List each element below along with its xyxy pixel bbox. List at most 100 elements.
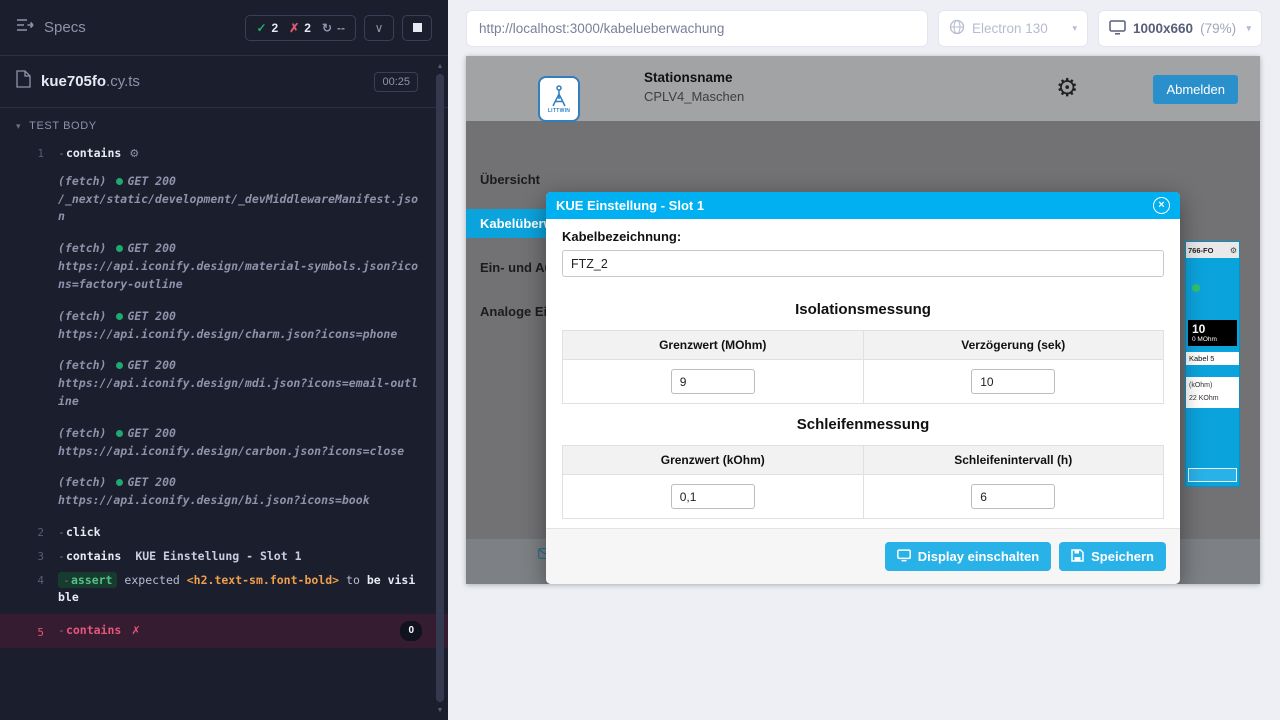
status-dot [116,245,123,252]
loop-col2-header: Schleifenintervall (h) [863,446,1164,475]
scroll-up-icon[interactable]: ▲ [434,60,446,72]
cross-icon: ✗ [289,21,299,35]
command-message: KUE Einstellung - Slot 1 [135,549,301,563]
passed-count: ✓2 [256,21,278,35]
aut-toolbar: Electron 130 ▾ 1000x660 (79%) ▾ [448,0,1280,56]
scrollbar-thumb[interactable] [436,74,444,702]
collapse-button[interactable]: ∨ [364,15,394,41]
scroll-down-icon[interactable]: ▼ [434,704,446,716]
command-log: 1 contains⚙ (fetch)GET 200/_next/static/… [0,138,448,648]
isolation-col1-header: Grenzwert (MOhm) [563,331,864,360]
table-row [563,475,1164,519]
app-header [466,56,1260,121]
display-on-button[interactable]: Display einschalten [885,542,1051,571]
spec-row[interactable]: kue705fo.cy.ts 00:25 [0,56,448,108]
modal-title: KUE Einstellung - Slot 1 [556,198,704,213]
isolation-delay-input[interactable] [971,369,1055,394]
modal-footer: Display einschalten Speichern [546,528,1180,584]
test-stats: ✓2 ✗2 ↻-- [245,15,356,41]
stop-button[interactable] [402,15,432,41]
kue-settings-modal: KUE Einstellung - Slot 1 × Kabelbezeichn… [546,192,1180,584]
specs-title: Specs [44,19,86,36]
spec-name: kue705fo.cy.ts [41,73,140,90]
cypress-reporter: Specs ✓2 ✗2 ↻-- ∨ kue705fo.cy.ts 00:25 ▾… [0,0,448,720]
command-row[interactable]: 1 contains⚙ [0,142,448,166]
monitor-icon [897,549,911,565]
station-info: Stationsname CPLV4_Maschen [644,70,744,104]
chevron-down-icon: ▾ [1246,23,1251,34]
spec-duration: 00:25 [374,72,418,92]
status-dot [116,479,123,486]
littwin-logo: LITTWIN [538,76,580,122]
viewport-size: 1000x660 [1133,21,1193,36]
cable-name-input[interactable] [562,250,1164,277]
viewport-icon [1109,20,1126,38]
loop-col1-header: Grenzwert (kOhm) [563,446,864,475]
nav-item-uebersicht[interactable]: Übersicht [466,165,616,194]
chevron-down-icon: ▾ [16,121,21,132]
cable-card-title: 766-FO [1188,246,1213,255]
chevron-down-icon: ∨ [375,21,384,35]
chevron-down-icon: ▾ [1072,23,1077,34]
status-dot [116,178,123,185]
fetch-log[interactable]: (fetch)GET 200https://api.iconify.design… [0,237,448,296]
settings-gear-icon[interactable]: ⚙ [1056,73,1078,102]
retry-count-badge: 0 [400,621,422,641]
modal-header: KUE Einstellung - Slot 1 × [546,192,1180,219]
aut-frame: LITTWIN Stationsname CPLV4_Maschen ⚙ Abm… [466,56,1260,584]
save-button[interactable]: Speichern [1059,542,1166,571]
loop-limit-input[interactable] [671,484,755,509]
cable-card-partial: 766-FO ⚙ 10 0 MOhm Kabel 5 (kOhm) 22 KOhm [1185,241,1240,487]
cable-name-label: Kabelbezeichnung: [562,229,1164,244]
modal-body: Kabelbezeichnung: Isolationsmessung Gren… [546,219,1180,528]
isolation-title: Isolationsmessung [562,301,1164,318]
hidden-card-button[interactable] [1188,468,1237,482]
status-dot [116,362,123,369]
close-icon[interactable]: × [1153,197,1170,214]
isolation-table: Grenzwert (MOhm) Verzögerung (sek) [562,330,1164,404]
status-dot [116,430,123,437]
failed-command-row[interactable]: 5 contains✗0 [0,614,448,648]
fetch-log[interactable]: (fetch)GET 200https://api.iconify.design… [0,354,448,413]
loop-table: Grenzwert (kOhm) Schleifenintervall (h) [562,445,1164,519]
test-body-header[interactable]: ▾ TEST BODY [0,108,448,138]
fetch-log[interactable]: (fetch)GET 200https://api.iconify.design… [0,305,448,347]
logout-button[interactable]: Abmelden [1153,75,1238,104]
fetch-log[interactable]: (fetch)GET 200/_next/static/development/… [0,170,448,229]
fetch-log[interactable]: (fetch)GET 200https://api.iconify.design… [0,422,448,464]
station-name: CPLV4_Maschen [644,89,744,104]
check-icon: ✓ [256,21,266,35]
cable-label: Kabel 5 [1186,352,1239,365]
status-dot [1192,284,1200,292]
reporter-scrollbar[interactable]: ▲ ▼ [434,60,446,716]
browser-select[interactable]: Electron 130 ▾ [938,10,1088,47]
stop-icon [413,23,422,32]
browser-icon [949,19,965,38]
url-input[interactable] [466,10,928,47]
document-icon [16,70,31,93]
reporter-header: Specs ✓2 ✗2 ↻-- ∨ [0,0,448,56]
isolation-limit-input[interactable] [671,369,755,394]
app-content: Übersicht Kabelüberw Ein- und Au Analoge… [466,121,1260,539]
selector-code: <h2.text-sm.font-bold> [187,573,339,587]
gear-icon[interactable]: ⚙ [1230,246,1237,255]
cypress-stage: Electron 130 ▾ 1000x660 (79%) ▾ LITTWIN … [448,0,1280,720]
failed-count: ✗2 [289,21,311,35]
pending-count: ↻-- [322,21,345,35]
screen: Specs ✓2 ✗2 ↻-- ∨ kue705fo.cy.ts 00:25 ▾… [0,0,1280,720]
specs-list-icon[interactable] [16,18,34,37]
floppy-icon [1071,549,1084,565]
loop-interval-input[interactable] [971,484,1055,509]
isolation-col2-header: Verzögerung (sek) [863,331,1164,360]
station-label: Stationsname [644,70,744,85]
fail-x-icon: ✗ [131,622,140,639]
loop-title: Schleifenmessung [562,416,1164,433]
command-row[interactable]: 2 click [0,521,448,545]
fetch-log[interactable]: (fetch)GET 200https://api.iconify.design… [0,471,448,513]
assert-badge: assert [58,572,117,588]
assert-row[interactable]: 4 assert expected <h2.text-sm.font-bold>… [0,569,448,611]
viewport-select[interactable]: 1000x660 (79%) ▾ [1098,10,1262,47]
reading-rows: (kOhm) 22 KOhm [1186,377,1239,408]
command-row[interactable]: 3 containsKUE Einstellung - Slot 1 [0,545,448,569]
measurement-display: 10 0 MOhm [1188,320,1237,346]
